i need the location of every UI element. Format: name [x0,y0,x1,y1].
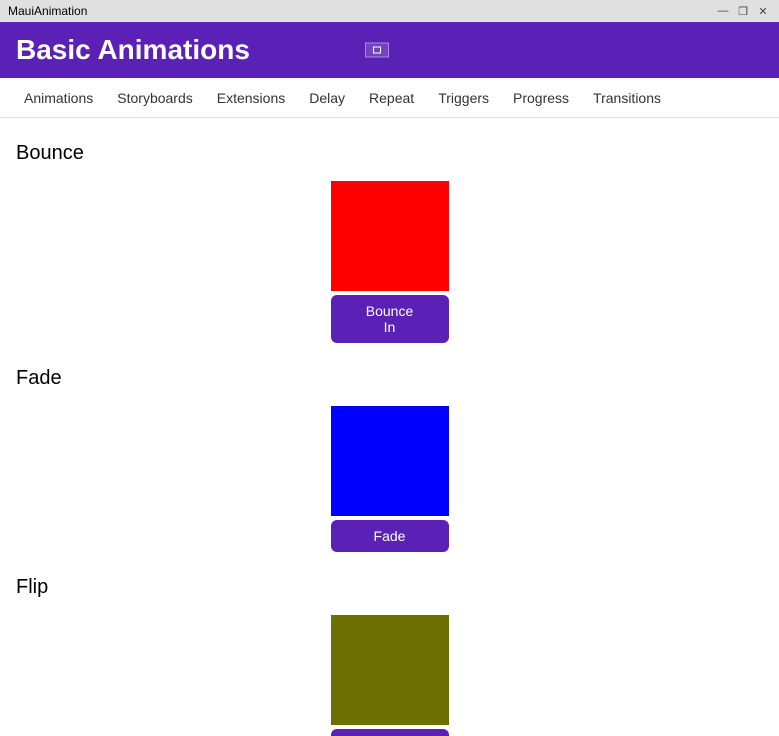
demo-btn-flip[interactable]: Flip [331,729,449,736]
app-header: Basic Animations [0,22,779,78]
section-fade: Fade Fade [16,367,763,552]
nav-item-animations[interactable]: Animations [12,82,105,114]
demo-container-fade: Fade [16,406,763,552]
nav-item-transitions[interactable]: Transitions [581,82,673,114]
section-title-fade: Fade [16,367,763,390]
nav-item-delay[interactable]: Delay [297,82,357,114]
minimize-button[interactable]: — [715,3,731,19]
close-button[interactable]: ✕ [755,3,771,19]
section-bounce: Bounce Bounce In [16,142,763,343]
restore-icon [373,47,381,54]
page-title: Basic Animations [16,34,250,65]
app-window: MauiAnimation — ❐ ✕ Basic Animations Ani… [0,0,779,736]
nav-item-progress[interactable]: Progress [501,82,581,114]
demo-btn-fade[interactable]: Fade [331,520,449,552]
demo-box-fade [331,406,449,516]
demo-box-flip [331,615,449,725]
nav-bar: AnimationsStoryboardsExtensionsDelayRepe… [0,78,779,118]
nav-item-extensions[interactable]: Extensions [205,82,297,114]
demo-container-bounce: Bounce In [16,181,763,343]
window-controls: — ❐ ✕ [715,3,771,19]
header-icon-area [365,43,389,58]
nav-item-storyboards[interactable]: Storyboards [105,82,204,114]
demo-box-bounce [331,181,449,291]
title-bar: MauiAnimation — ❐ ✕ [0,0,779,22]
nav-item-repeat[interactable]: Repeat [357,82,426,114]
nav-item-triggers[interactable]: Triggers [426,82,501,114]
window-title: MauiAnimation [8,4,87,18]
restore-button[interactable]: ❐ [735,3,751,19]
content-area: Bounce Bounce In Fade Fade Flip Flip [0,118,779,736]
section-flip: Flip Flip [16,576,763,736]
section-title-bounce: Bounce [16,142,763,165]
demo-btn-bounce[interactable]: Bounce In [331,295,449,343]
demo-container-flip: Flip [16,615,763,736]
section-title-flip: Flip [16,576,763,599]
